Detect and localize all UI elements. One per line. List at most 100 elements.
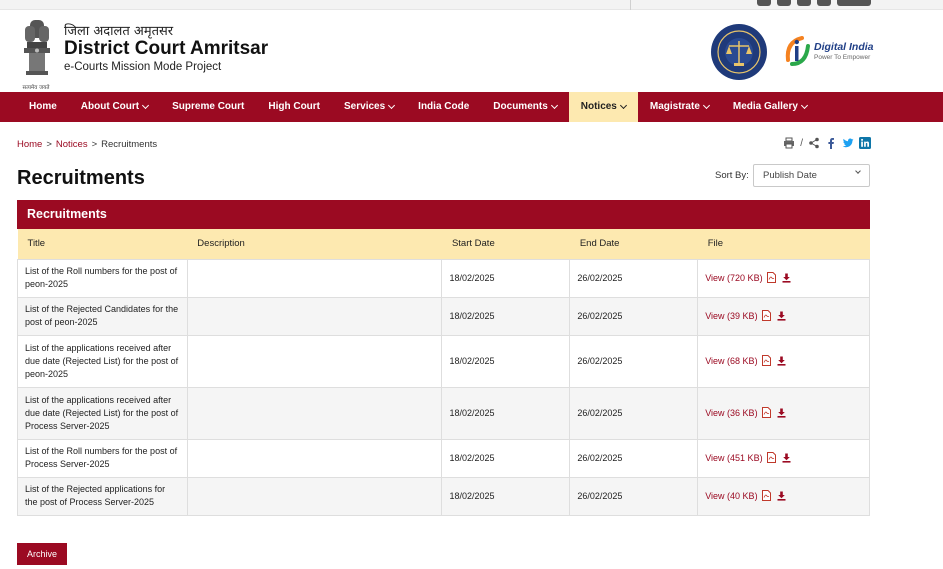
site-title[interactable]: District Court Amritsar (64, 38, 268, 60)
view-file-link[interactable]: View (720 KB) (705, 273, 762, 283)
breadcrumb-notices[interactable]: Notices (56, 139, 88, 150)
view-file-link[interactable]: View (40 KB) (705, 491, 757, 501)
pdf-icon[interactable] (761, 354, 771, 366)
nav-media-gallery[interactable]: Media Gallery (721, 92, 819, 122)
cell-title: List of the applications received after … (17, 386, 188, 440)
digital-india-tagline: Power To Empower (814, 54, 871, 61)
cell-file: View (36 KB) (697, 386, 870, 440)
pdf-icon[interactable] (766, 271, 776, 283)
site-header: सत्यमेव जयते जिला अदालत अमृतसर District … (0, 10, 943, 92)
cell-title: List of the Rejected Candidates for the … (17, 296, 188, 336)
nav-label: About Court (80, 101, 140, 112)
cell-description (186, 476, 443, 516)
nav-label: Documents (493, 101, 548, 112)
cell-title: List of the applications received after … (17, 334, 188, 388)
chevron-down-icon (855, 168, 861, 174)
share-icon[interactable] (808, 137, 820, 149)
cell-end-date: 26/02/2025 (569, 258, 699, 298)
cell-end-date: 26/02/2025 (569, 476, 699, 516)
cell-start-date: 18/02/2025 (441, 296, 571, 336)
twitter-icon[interactable] (842, 137, 854, 149)
cell-description (186, 438, 443, 478)
download-icon[interactable] (782, 453, 791, 463)
main-navigation: Home About Court Supreme Court High Cour… (0, 92, 943, 122)
table-row: List of the applications received after … (17, 334, 870, 388)
download-icon[interactable] (777, 408, 786, 418)
top-utility-strip (0, 0, 943, 10)
column-header-description: Description (187, 229, 442, 259)
download-icon[interactable] (782, 273, 791, 283)
column-header-end-date: End Date (569, 229, 698, 259)
facebook-icon[interactable] (825, 137, 837, 149)
cell-start-date: 18/02/2025 (441, 438, 571, 478)
cell-file: View (720 KB) (697, 258, 870, 298)
national-emblem: सत्यमेव जयते (16, 16, 58, 91)
nav-india-code[interactable]: India Code (406, 92, 481, 122)
cell-file: View (40 KB) (697, 476, 870, 516)
table-header-row: Title Description Start Date End Date Fi… (17, 229, 870, 259)
page-title: Recruitments (17, 167, 145, 189)
language-icon[interactable] (837, 0, 871, 6)
cell-description (186, 386, 443, 440)
nav-label: Notices (580, 101, 617, 112)
download-icon[interactable] (777, 311, 786, 321)
cell-end-date: 26/02/2025 (569, 438, 699, 478)
nav-label: High Court (268, 101, 321, 112)
nav-documents[interactable]: Documents (481, 92, 568, 122)
table-row: List of the applications received after … (17, 386, 870, 440)
nav-label: Media Gallery (732, 101, 798, 112)
view-file-link[interactable]: View (36 KB) (705, 408, 757, 418)
nav-about-court[interactable]: About Court (69, 92, 160, 122)
nav-notices[interactable]: Notices (568, 92, 638, 122)
cell-description (186, 258, 443, 298)
nav-services[interactable]: Services (332, 92, 406, 122)
print-icon[interactable] (783, 137, 795, 149)
text-size-icon[interactable] (797, 0, 811, 6)
archive-button[interactable]: Archive (17, 543, 67, 565)
cell-end-date: 26/02/2025 (569, 334, 699, 388)
table-row: List of the Rejected applications for th… (17, 476, 870, 516)
view-file-link[interactable]: View (451 KB) (705, 453, 762, 463)
emblem-caption: सत्यमेव जयते (22, 85, 50, 91)
hindi-title: जिला अदालत अमृतसर (64, 24, 174, 39)
chevron-down-icon (800, 101, 808, 110)
sitemap-icon[interactable] (777, 0, 791, 6)
chevron-down-icon (619, 101, 627, 110)
recruitments-table: Title Description Start Date End Date Fi… (17, 229, 870, 516)
nav-home[interactable]: Home (17, 92, 69, 122)
nav-label: Magistrate (649, 101, 700, 112)
pdf-icon[interactable] (761, 309, 771, 321)
accessibility-icon[interactable] (817, 0, 831, 6)
sort-select[interactable]: Publish Date (753, 164, 870, 187)
cell-end-date: 26/02/2025 (569, 296, 699, 336)
nav-label: Home (29, 101, 57, 112)
share-divider: / (800, 137, 803, 149)
recruitments-panel-header: Recruitments (17, 200, 870, 229)
download-icon[interactable] (777, 491, 786, 501)
cell-start-date: 18/02/2025 (441, 334, 571, 388)
digital-india-icon (785, 36, 810, 66)
column-header-start-date: Start Date (441, 229, 570, 259)
breadcrumb: Home > Notices > Recruitments (17, 139, 157, 150)
view-file-link[interactable]: View (39 KB) (705, 311, 757, 321)
cell-description (186, 296, 443, 336)
chevron-down-icon (702, 101, 710, 110)
screen-reader-icon[interactable] (757, 0, 771, 6)
nav-high-court[interactable]: High Court (256, 92, 332, 122)
digital-india-logo: Digital India Power To Empower (782, 32, 877, 72)
nav-supreme-court[interactable]: Supreme Court (160, 92, 256, 122)
national-emblem-icon (24, 20, 50, 75)
linkedin-icon[interactable] (859, 137, 871, 149)
download-icon[interactable] (777, 356, 786, 366)
nav-magistrate[interactable]: Magistrate (638, 92, 721, 122)
view-file-link[interactable]: View (68 KB) (705, 356, 757, 366)
nav-label: Services (344, 101, 386, 112)
pdf-icon[interactable] (761, 489, 771, 501)
pdf-icon[interactable] (766, 451, 776, 463)
cell-start-date: 18/02/2025 (441, 258, 571, 298)
pdf-icon[interactable] (761, 406, 771, 418)
chevron-down-icon (142, 101, 150, 110)
court-seal-icon (711, 24, 767, 80)
sort-label: Sort By: (715, 170, 749, 181)
breadcrumb-home[interactable]: Home (17, 139, 42, 150)
